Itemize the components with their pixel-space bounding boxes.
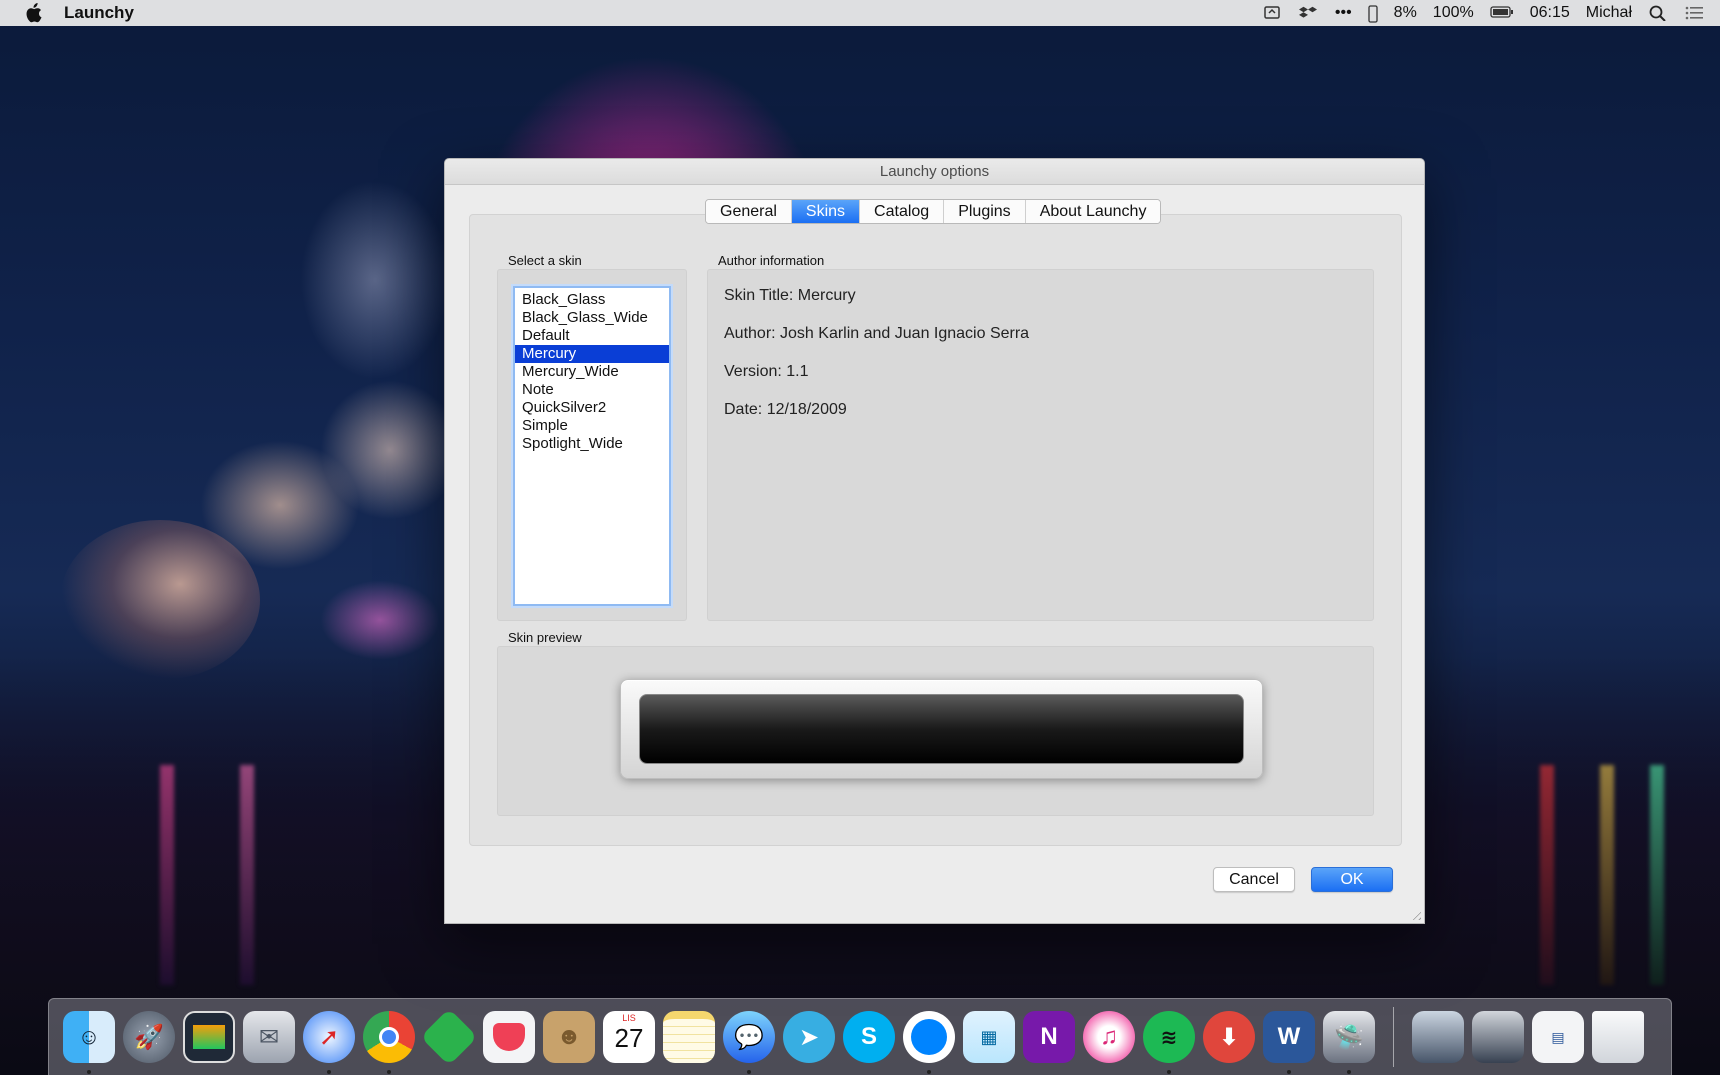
cancel-button[interactable]: Cancel (1213, 867, 1295, 892)
stack-documents-icon[interactable]: ▤ (1532, 1011, 1584, 1063)
stack-photos-icon[interactable] (1472, 1011, 1524, 1063)
dialog-title: Launchy options (445, 159, 1424, 185)
calendar-month: LIS (622, 1013, 636, 1023)
active-app-name[interactable]: Launchy (64, 3, 134, 23)
phone-battery-percent: 8% (1393, 4, 1417, 21)
mail-icon[interactable]: ✉ (243, 1011, 295, 1063)
tab-general[interactable]: General (706, 200, 792, 223)
safari-icon[interactable]: ➚ (303, 1011, 355, 1074)
resize-grip-icon[interactable] (1409, 908, 1421, 920)
skin-list-item[interactable]: Default (515, 327, 669, 345)
user-name[interactable]: Michał (1586, 4, 1632, 22)
apple-menu-icon[interactable] (24, 3, 42, 23)
skin-list[interactable]: Black_Glass Black_Glass_Wide Default Mer… (513, 286, 671, 606)
messages-icon[interactable]: 💬 (723, 1011, 775, 1074)
notification-center-icon[interactable] (1684, 5, 1704, 21)
skin-preview-label: Skin preview (508, 630, 582, 645)
skin-list-item[interactable]: Mercury_Wide (515, 363, 669, 381)
tab-catalog[interactable]: Catalog (860, 200, 945, 223)
launchpad-icon[interactable]: 🚀 (123, 1011, 175, 1063)
calendar-icon[interactable]: LIS 27 (603, 1011, 655, 1063)
stack-downloads-icon[interactable] (1412, 1011, 1464, 1063)
spotify-icon[interactable]: ≋ (1143, 1011, 1195, 1074)
skin-date-text: Date: 12/18/2009 (724, 401, 847, 418)
onenote-icon[interactable]: N (1023, 1011, 1075, 1063)
select-skin-label: Select a skin (508, 253, 582, 268)
ok-button[interactable]: OK (1311, 867, 1393, 892)
chrome-icon[interactable] (363, 1011, 415, 1074)
launchy-icon[interactable]: 🛸 (1323, 1011, 1375, 1074)
trash-icon[interactable] (1592, 1011, 1644, 1063)
messenger-icon[interactable] (903, 1011, 955, 1074)
tab-bar: General Skins Catalog Plugins About Laun… (705, 199, 1162, 224)
skin-list-item[interactable]: Simple (515, 417, 669, 435)
feedly-icon[interactable] (420, 1008, 478, 1066)
dock-separator (1393, 1007, 1394, 1067)
more-menu-icon[interactable]: ••• (1335, 4, 1352, 22)
dock: ☺ 🚀 ✉ ➚ ☻ LIS 27 💬 ➤ S ▦ N ♫ ≋ ⬇ W 🛸 ▤ (48, 998, 1672, 1075)
dropbox-icon[interactable] (1298, 5, 1319, 21)
battery-icon[interactable] (1490, 5, 1514, 21)
skin-list-item[interactable]: Black_Glass (515, 291, 669, 309)
skin-list-item-selected[interactable]: Mercury (515, 345, 669, 363)
skin-list-item[interactable]: QuickSilver2 (515, 399, 669, 417)
contacts-icon[interactable]: ☻ (543, 1011, 595, 1063)
clock[interactable]: 06:15 (1530, 4, 1570, 22)
skin-preview-input-bar (639, 694, 1244, 764)
transmit-icon[interactable]: ⬇ (1203, 1011, 1255, 1063)
skype-icon[interactable]: S (843, 1011, 895, 1063)
author-information: Skin Title: Mercury Author: Josh Karlin … (724, 287, 1029, 439)
battery-percent[interactable]: 100% (1433, 4, 1474, 22)
skin-author-text: Author: Josh Karlin and Juan Ignacio Ser… (724, 325, 1030, 342)
phone-icon[interactable] (1368, 5, 1378, 23)
spotlight-search-icon[interactable] (1648, 5, 1668, 22)
notes-icon[interactable] (663, 1011, 715, 1063)
menu-bar: Launchy ••• 8% 100% 06:15 Michał (0, 0, 1720, 26)
screen-capture-icon[interactable] (1263, 5, 1283, 21)
author-information-label: Author information (718, 253, 825, 268)
photo-slideshow-icon[interactable] (183, 1011, 235, 1063)
preview-icon[interactable]: ▦ (963, 1011, 1015, 1063)
skin-version-text: Version: 1.1 (724, 363, 809, 380)
skin-list-item[interactable]: Note (515, 381, 669, 399)
itunes-icon[interactable]: ♫ (1083, 1011, 1135, 1063)
tab-about-launchy[interactable]: About Launchy (1025, 200, 1161, 223)
skin-list-item[interactable]: Black_Glass_Wide (515, 309, 669, 327)
pocket-icon[interactable] (483, 1011, 535, 1063)
calendar-day: 27 (614, 1023, 644, 1053)
telegram-icon[interactable]: ➤ (783, 1011, 835, 1063)
skin-list-item[interactable]: Spotlight_Wide (515, 435, 669, 453)
tab-skins[interactable]: Skins (791, 200, 861, 223)
word-icon[interactable]: W (1263, 1011, 1315, 1074)
skin-preview-frame (620, 679, 1263, 779)
launchy-options-dialog: Launchy options General Skins Catalog Pl… (444, 158, 1425, 924)
finder-icon[interactable]: ☺ (63, 1011, 115, 1074)
tab-plugins[interactable]: Plugins (944, 200, 1026, 223)
skin-title-text: Skin Title: Mercury (724, 287, 856, 304)
